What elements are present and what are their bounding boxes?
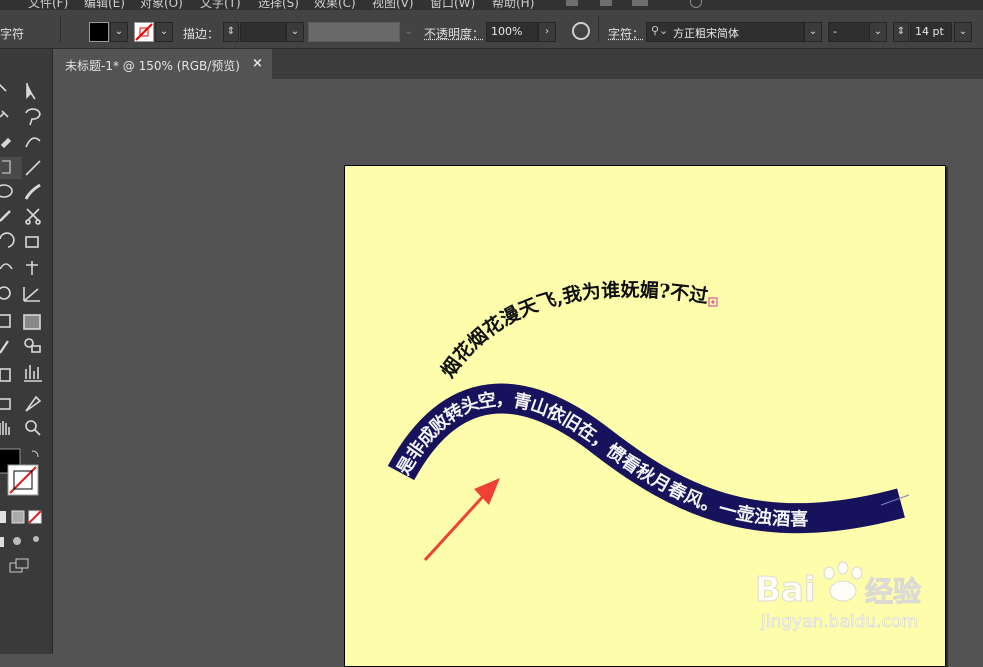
- menu-file[interactable]: 文件(F): [28, 0, 68, 10]
- gradient-mode-icon: [11, 510, 25, 524]
- recolor-artwork-icon[interactable]: [572, 22, 590, 40]
- baidu-watermark-logo: Bai 经验: [755, 561, 922, 611]
- stroke-weight-dropdown[interactable]: ⌄: [286, 22, 304, 42]
- font-style-dropdown[interactable]: ⌄: [869, 22, 887, 42]
- document-tab[interactable]: 未标题-1* @ 150% (RGB/预览) ×: [56, 49, 272, 79]
- panel-label: 字符: [0, 27, 25, 41]
- lasso-tool[interactable]: [22, 105, 44, 127]
- puppet-warp-tool[interactable]: [22, 259, 44, 281]
- fill-stroke-widget[interactable]: [0, 449, 40, 495]
- stock-icon[interactable]: [600, 0, 612, 6]
- divider: [60, 16, 61, 42]
- none-slash-icon: [135, 23, 153, 41]
- menu-window[interactable]: 窗口(W): [430, 0, 475, 10]
- font-size-input[interactable]: 14 pt: [910, 22, 952, 42]
- draw-normal-icon: [0, 537, 4, 547]
- selection-icon-partial: [0, 83, 7, 92]
- fill-swatch[interactable]: [89, 22, 109, 42]
- annotation-arrow-shaft: [423, 490, 489, 562]
- artboard[interactable]: 烟花烟花漫天飞,我为谁妩媚?不过 是非成败转头空，青山依旧在，惯看秋月春风。一壶…: [344, 165, 946, 667]
- stroke-label: 描边：: [183, 27, 220, 41]
- path-text-top[interactable]: 烟花烟花漫天飞,我为谁妩媚?不过: [436, 278, 709, 381]
- graph-tool[interactable]: [22, 363, 44, 385]
- opacity-label[interactable]: 不透明度：: [424, 25, 484, 42]
- hand-icon: [0, 421, 10, 435]
- font-size-dropdown[interactable]: ⌄: [954, 22, 972, 42]
- character-label[interactable]: 字符：: [608, 25, 644, 42]
- stroke-weight-stepper[interactable]: ⇕: [223, 22, 239, 42]
- pen-icon: [0, 137, 12, 149]
- scale-tool[interactable]: [22, 233, 44, 255]
- line-tool[interactable]: [22, 157, 44, 179]
- menu-type[interactable]: 文字(T): [200, 0, 241, 10]
- menu-edit[interactable]: 编辑(E): [84, 0, 125, 10]
- fill-dropdown[interactable]: ⌄: [110, 22, 128, 42]
- mesh-icon: [0, 314, 11, 328]
- menu-effect[interactable]: 效果(C): [314, 0, 356, 10]
- menu-view[interactable]: 视图(V): [372, 0, 414, 10]
- type-on-path-tool[interactable]: [0, 157, 22, 179]
- font-search-icon: ⚲⌄: [651, 24, 669, 37]
- stroke-swatch[interactable]: [134, 22, 154, 42]
- perspective-grid-tool[interactable]: [22, 285, 44, 307]
- gpu-icon[interactable]: [690, 0, 702, 8]
- font-size-stepper[interactable]: ⇕: [893, 22, 909, 42]
- rotate-icon: [0, 232, 15, 248]
- shape-builder-icon: [0, 286, 11, 300]
- svg-text:经验: 经验: [865, 575, 921, 608]
- tools-panel: [0, 49, 53, 654]
- stroke-weight-input[interactable]: [240, 22, 286, 42]
- workspace-icon[interactable]: [632, 0, 648, 6]
- paintbrush-tool[interactable]: [22, 181, 44, 203]
- blend-tool[interactable]: [22, 337, 44, 359]
- control-bar: 字符 ⌄ ⌄ 描边： ⇕ ⌄ ⌄ 不透明度： 100% › 字符： ⚲⌄ 方正粗…: [0, 10, 983, 49]
- menu-select[interactable]: 选择(S): [258, 0, 299, 10]
- ellipse-icon: [0, 184, 13, 198]
- gradient-tool[interactable]: [22, 311, 44, 333]
- menu-bar: 文件(F) 编辑(E) 对象(O) 文字(T) 选择(S) 效果(C) 视图(V…: [0, 0, 983, 10]
- width-icon: [0, 263, 13, 270]
- font-family-field[interactable]: ⚲⌄ 方正粗宋简体: [646, 22, 804, 42]
- variable-width-profile[interactable]: [308, 22, 400, 42]
- opacity-arrow[interactable]: ›: [538, 22, 556, 42]
- font-family-dropdown[interactable]: ⌄: [804, 22, 822, 42]
- magic-wand-icon: [0, 110, 9, 118]
- font-family-value: 方正粗宋简体: [673, 27, 739, 40]
- divider: [598, 16, 599, 42]
- menu-help[interactable]: 帮助(H): [492, 0, 534, 10]
- symbol-sprayer-icon: [0, 368, 11, 382]
- document-tab-title: 未标题-1* @ 150% (RGB/预览): [65, 59, 240, 73]
- menu-object[interactable]: 对象(O): [140, 0, 183, 10]
- scissors-tool[interactable]: [22, 207, 44, 229]
- zoom-tool[interactable]: [22, 417, 44, 439]
- opacity-input[interactable]: 100%: [486, 22, 538, 42]
- profile-dropdown[interactable]: ⌄: [400, 22, 418, 42]
- font-style-field[interactable]: -: [828, 22, 872, 42]
- bridge-icon[interactable]: [566, 0, 578, 6]
- direct-selection-tool[interactable]: [22, 79, 44, 101]
- curved-band-shape: [387, 383, 905, 534]
- draw-behind-icon: [13, 537, 21, 545]
- pencil-icon: [0, 210, 11, 222]
- curvature-tool[interactable]: [22, 133, 44, 155]
- document-tab-strip: 未标题-1* @ 150% (RGB/预览) ×: [56, 49, 983, 79]
- artwork-layer: 烟花烟花漫天飞,我为谁妩媚?不过 是非成败转头空，青山依旧在，惯看秋月春风。一壶…: [387, 278, 922, 632]
- close-tab-icon[interactable]: ×: [252, 56, 263, 71]
- svg-text:Bai: Bai: [755, 570, 816, 610]
- slice-tool[interactable]: [22, 393, 44, 415]
- eyedropper-icon: [0, 340, 9, 354]
- draw-inside-icon: [33, 536, 39, 542]
- baidu-watermark-url: jingyan.baidu.com: [760, 612, 918, 632]
- artboard-icon: [0, 398, 11, 410]
- stroke-dropdown[interactable]: ⌄: [155, 22, 173, 42]
- color-mode-icon: [0, 511, 6, 523]
